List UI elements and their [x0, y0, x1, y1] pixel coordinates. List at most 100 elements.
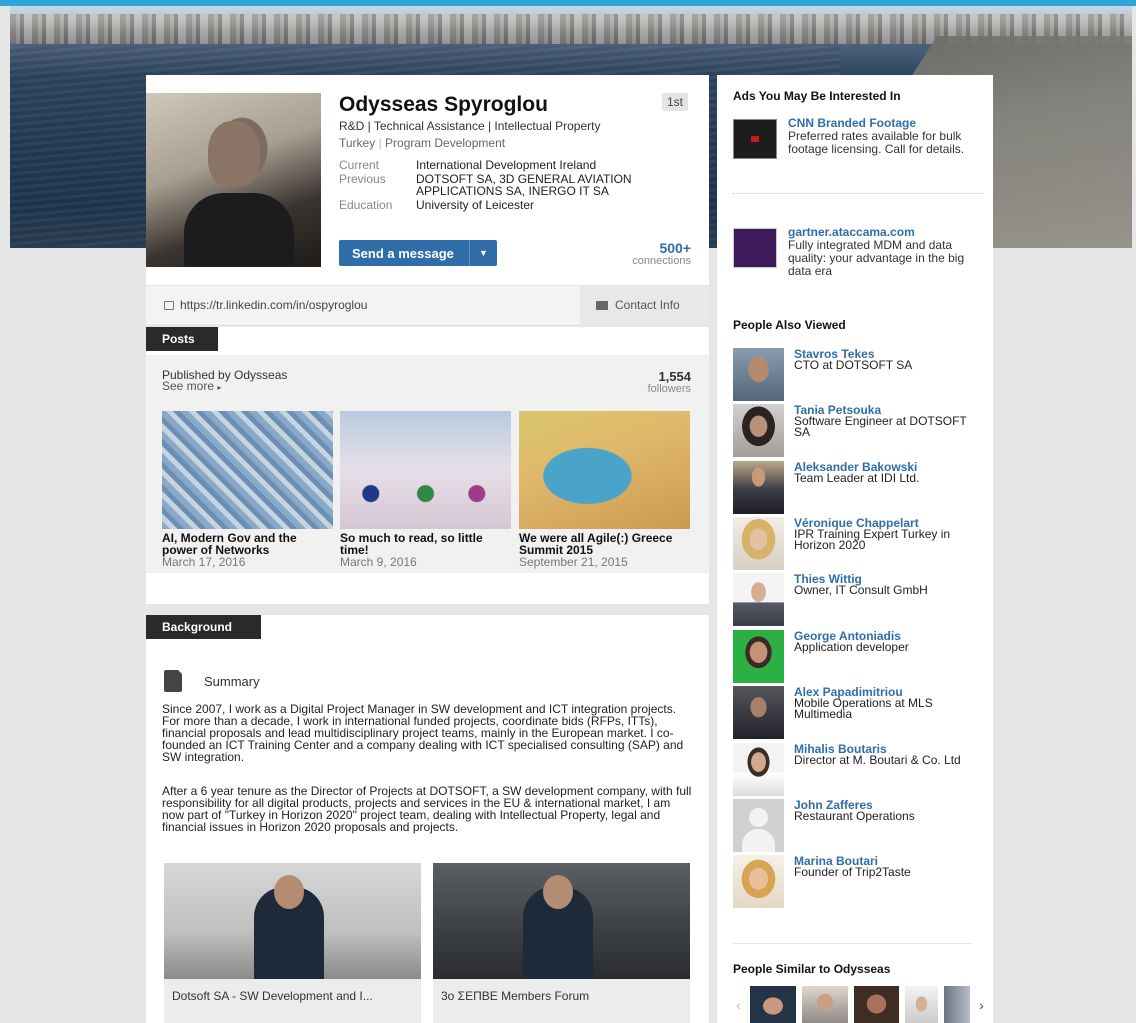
media-attachment[interactable]: 3o ΣΕΠΒΕ Members Forum — [433, 863, 690, 1023]
person-item[interactable]: Tania Petsouka Software Engineer at DOTS… — [733, 404, 983, 458]
cnn-logo-icon[interactable] — [733, 119, 777, 159]
person-title: Founder of Trip2Taste — [794, 865, 911, 879]
connections-count[interactable]: 500+ — [659, 240, 691, 256]
send-message-button[interactable]: Send a message ▼ — [339, 240, 497, 266]
chevron-down-icon[interactable]: ▼ — [469, 240, 497, 266]
background-tab-label: Background — [146, 615, 261, 639]
post-date: September 21, 2015 — [519, 555, 628, 569]
ad-item[interactable]: gartner.ataccama.com Fully integrated MD… — [733, 226, 983, 282]
document-icon — [164, 669, 183, 692]
media-attachment[interactable]: Dotsoft SA - SW Development and I... — [164, 863, 421, 1023]
gartner-logo-icon[interactable] — [733, 228, 777, 268]
avatar[interactable] — [733, 348, 784, 401]
avatar[interactable] — [749, 986, 796, 1023]
person-info: Alex Papadimitriou Mobile Operations at … — [794, 686, 984, 721]
fact-row-education: Education University of Leicester — [339, 199, 656, 211]
person-title: Team Leader at IDI Ltd. — [794, 471, 920, 485]
avatar[interactable] — [733, 855, 784, 908]
summary-header: Summary — [164, 669, 260, 692]
profile-facts: Current International Development Irelan… — [339, 159, 656, 213]
media-caption[interactable]: Dotsoft SA - SW Development and I... — [164, 979, 421, 1013]
speaker-head — [274, 875, 304, 909]
contact-card-icon — [596, 300, 608, 310]
fact-key: Education — [339, 198, 393, 212]
person-title: Restaurant Operations — [794, 809, 915, 823]
person-item[interactable]: Marina Boutari Founder of Trip2Taste — [733, 855, 983, 909]
connection-degree-badge: 1st — [662, 93, 689, 111]
post-title[interactable]: So much to read, so little time! — [340, 532, 511, 556]
post-card[interactable]: So much to read, so little time! March 9… — [340, 411, 511, 568]
person-item[interactable]: Mihalis Boutaris Director at M. Boutari … — [733, 743, 983, 797]
followers-count: 1,554 — [658, 369, 691, 384]
avatar[interactable] — [944, 986, 970, 1023]
person-item[interactable]: John Zafferes Restaurant Operations — [733, 799, 983, 853]
contact-info-button[interactable]: Contact Info — [580, 286, 709, 324]
profile-industry[interactable]: Program Development — [385, 136, 505, 150]
background-card: Background Summary Since 2007, I work as… — [146, 615, 709, 1023]
avatar[interactable] — [733, 461, 784, 514]
fact-value[interactable]: DOTSOFT SA, 3D GENERAL AVIATION APPLICAT… — [416, 173, 656, 197]
posts-card: Posts Published by Odysseas See more ▸ 1… — [146, 327, 709, 604]
person-item[interactable]: Véronique Chappelart IPR Training Expert… — [733, 517, 983, 571]
see-more-link[interactable]: See more ▸ — [162, 380, 287, 393]
person-title: Mobile Operations at MLS Multimedia — [794, 696, 933, 721]
post-title[interactable]: We were all Agile(:) Greece Summit 2015 — [519, 532, 690, 556]
public-profile-bar: https://tr.linkedin.com/in/ospyroglou Co… — [146, 285, 709, 324]
ad-text: CNN Branded Footage Preferred rates avai… — [788, 117, 986, 156]
media-caption[interactable]: 3o ΣΕΠΒΕ Members Forum — [433, 979, 690, 1013]
person-info: Mihalis Boutaris Director at M. Boutari … — [794, 743, 984, 767]
person-title: CTO at DOTSOFT SA — [794, 358, 913, 372]
fact-value[interactable]: University of Leicester — [416, 199, 656, 211]
profile-headline: R&D | Technical Assistance | Intellectua… — [339, 119, 601, 133]
person-item[interactable]: Thies Wittig Owner, IT Consult GmbH — [733, 573, 983, 627]
ad-text: gartner.ataccama.com Fully integrated MD… — [788, 226, 983, 282]
post-card[interactable]: We were all Agile(:) Greece Summit 2015 … — [519, 411, 690, 568]
public-url[interactable]: https://tr.linkedin.com/in/ospyroglou — [164, 298, 367, 312]
avatar[interactable] — [733, 404, 784, 457]
fact-key: Current — [339, 158, 380, 172]
post-image[interactable] — [519, 411, 690, 529]
profile-photo[interactable] — [146, 93, 321, 267]
avatar[interactable] — [733, 573, 784, 626]
ad-divider — [733, 193, 983, 194]
avatar[interactable] — [733, 686, 784, 739]
post-card[interactable]: AI, Modern Gov and the power of Networks… — [162, 411, 333, 568]
fact-value[interactable]: International Development Ireland — [416, 159, 656, 171]
avatar[interactable] — [733, 517, 784, 570]
post-image[interactable] — [162, 411, 333, 529]
contact-info-label: Contact Info — [615, 298, 680, 312]
avatar[interactable] — [733, 743, 784, 796]
summary-paragraph: After a 6 year tenure as the Director of… — [162, 784, 692, 834]
post-title[interactable]: AI, Modern Gov and the power of Networks — [162, 532, 333, 556]
video-thumbnail[interactable] — [164, 863, 421, 979]
avatar-placeholder-icon[interactable] — [733, 799, 784, 852]
person-title: Owner, IT Consult GmbH — [794, 583, 928, 597]
avatar[interactable] — [905, 986, 939, 1023]
person-title: Software Engineer at DOTSOFT SA — [794, 414, 967, 439]
chevron-left-icon[interactable]: ‹ — [733, 986, 744, 1023]
post-image[interactable] — [340, 411, 511, 529]
profile-name: Odysseas Spyroglou — [339, 93, 548, 116]
person-item[interactable]: Stavros Tekes CTO at DOTSOFT SA — [733, 348, 983, 402]
ad-item[interactable]: CNN Branded Footage Preferred rates avai… — [733, 117, 983, 179]
chevron-right-icon[interactable]: › — [976, 986, 987, 1023]
posts-panel: Published by Odysseas See more ▸ 1,554 f… — [146, 355, 709, 573]
avatar[interactable] — [733, 630, 784, 683]
profile-location-line: Turkey | Program Development — [339, 136, 506, 150]
profile-location[interactable]: Turkey — [339, 136, 375, 150]
followers-label: followers — [647, 383, 691, 395]
speaker-head — [543, 875, 573, 909]
url-icon — [164, 300, 174, 310]
avatar[interactable] — [801, 986, 848, 1023]
person-title: Director at M. Boutari & Co. Ltd — [794, 753, 961, 767]
person-info: Véronique Chappelart IPR Training Expert… — [794, 517, 984, 551]
avatar[interactable] — [853, 986, 900, 1023]
person-info: Thies Wittig Owner, IT Consult GmbH — [794, 573, 984, 597]
video-thumbnail[interactable] — [433, 863, 690, 979]
person-item[interactable]: Alex Papadimitriou Mobile Operations at … — [733, 686, 983, 740]
person-info: Aleksander Bakowski Team Leader at IDI L… — [794, 461, 984, 485]
post-date: March 17, 2016 — [162, 555, 246, 569]
person-item[interactable]: George Antoniadis Application developer — [733, 630, 983, 684]
person-item[interactable]: Aleksander Bakowski Team Leader at IDI L… — [733, 461, 983, 515]
person-title: Application developer — [794, 640, 909, 654]
